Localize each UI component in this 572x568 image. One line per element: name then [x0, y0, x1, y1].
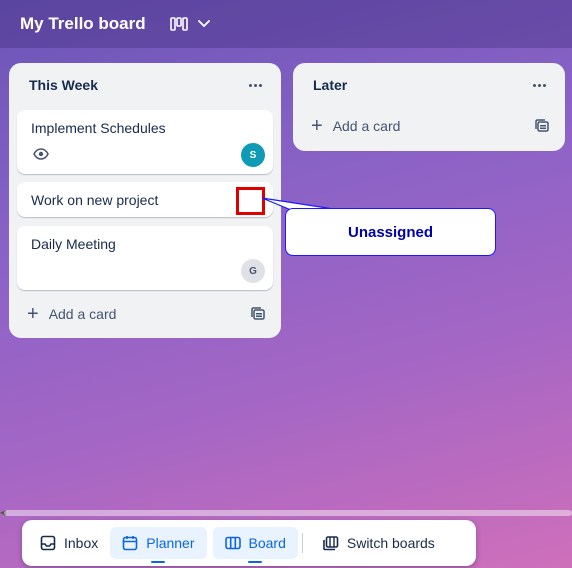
eye-icon	[33, 148, 49, 160]
inbox-button[interactable]: Inbox	[28, 527, 110, 559]
card-work-on-new-project[interactable]: Work on new project	[17, 182, 273, 217]
planner-label: Planner	[146, 535, 195, 551]
list-menu-button[interactable]	[241, 71, 269, 99]
board-view-icon	[169, 17, 188, 31]
avatar-initial: S	[249, 149, 257, 161]
nav-divider	[301, 533, 303, 553]
member-avatar[interactable]: S	[241, 143, 265, 167]
list-title[interactable]: Later	[313, 77, 347, 93]
switch-boards-icon	[323, 536, 339, 551]
planner-button[interactable]: Planner	[110, 527, 207, 559]
plus-icon: +	[27, 303, 39, 325]
card-title: Daily Meeting	[31, 236, 116, 252]
board-button[interactable]: Board	[212, 527, 298, 559]
board-label: Board	[248, 535, 286, 551]
card-implement-schedules[interactable]: Implement Schedules S	[17, 110, 273, 174]
add-card-button[interactable]: + Add a card	[17, 298, 273, 330]
add-card-button[interactable]: + Add a card	[301, 110, 557, 142]
annotation-callout: Unassigned	[285, 208, 496, 256]
list-title[interactable]: This Week	[29, 77, 98, 93]
add-card-label: Add a card	[332, 118, 401, 134]
horizontal-scrollbar[interactable]: ◀	[0, 508, 572, 517]
card-template-icon[interactable]	[251, 307, 265, 321]
board-title[interactable]: My Trello board	[20, 14, 146, 34]
board-header: My Trello board	[0, 0, 572, 48]
list-menu-button[interactable]	[525, 71, 553, 99]
plus-icon: +	[311, 115, 323, 137]
switch-boards-label: Switch boards	[346, 535, 435, 551]
calendar-icon	[122, 536, 138, 551]
bottom-navigation: Inbox Planner Board Switch boards	[22, 520, 476, 566]
switch-boards-button[interactable]: Switch boards	[311, 527, 447, 559]
ellipsis-icon	[248, 83, 262, 87]
scrollbar-track[interactable]	[4, 510, 572, 516]
ellipsis-icon	[532, 83, 546, 87]
avatar-initial: G	[249, 265, 257, 277]
card-title: Implement Schedules	[31, 120, 166, 136]
card-title: Work on new project	[31, 192, 159, 208]
add-card-label: Add a card	[48, 306, 117, 322]
board-columns-icon	[224, 536, 241, 550]
annotation-highlight-box	[236, 187, 265, 215]
list-later: Later + Add a card	[293, 63, 565, 151]
board-view-switcher[interactable]	[169, 17, 210, 31]
member-avatar[interactable]: G	[241, 259, 265, 283]
card-template-icon[interactable]	[535, 119, 549, 133]
card-daily-meeting[interactable]: Daily Meeting G	[17, 226, 273, 290]
inbox-label: Inbox	[64, 535, 99, 551]
inbox-icon	[40, 535, 56, 551]
list-header: This Week	[9, 63, 281, 107]
chevron-down-icon	[197, 20, 210, 28]
list-header: Later	[293, 63, 565, 107]
callout-text: Unassigned	[347, 223, 434, 241]
